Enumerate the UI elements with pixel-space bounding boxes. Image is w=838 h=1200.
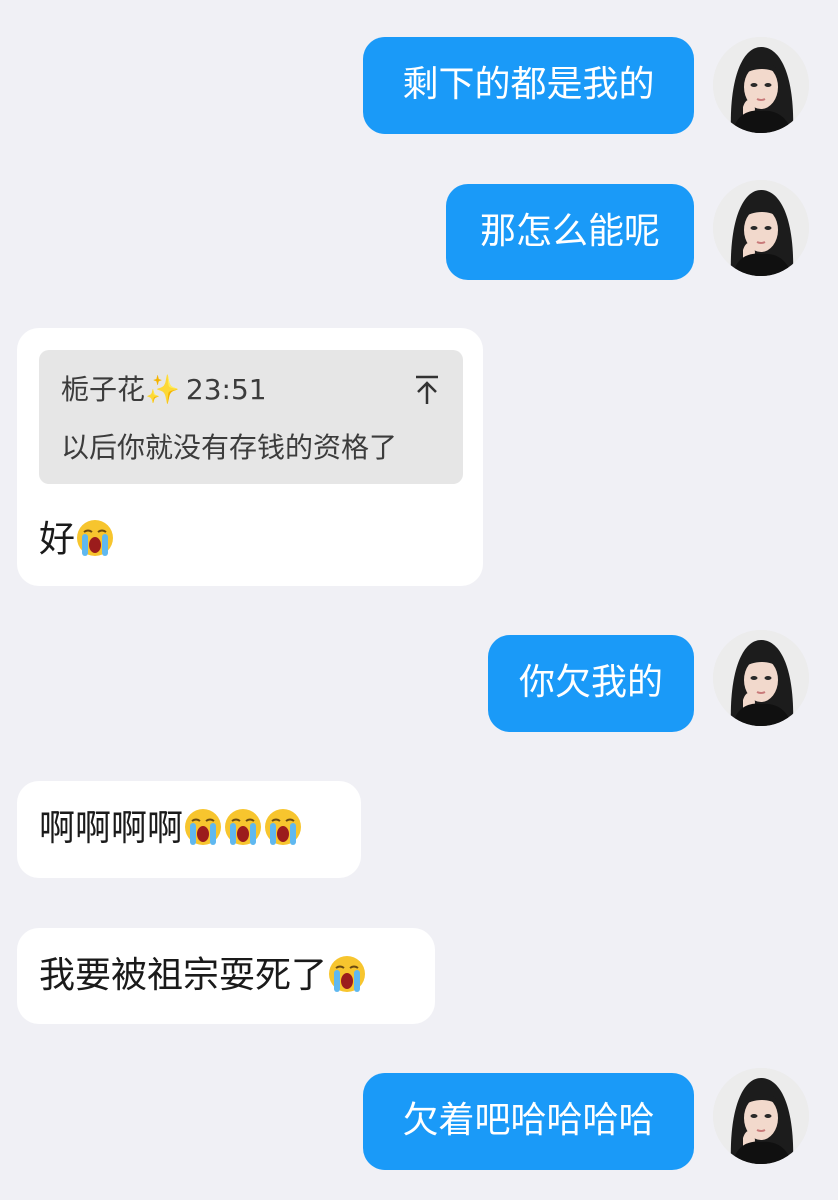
loudly-crying-face-icon <box>327 954 367 994</box>
message-text: 你欠我的 <box>518 662 663 703</box>
avatar-image <box>713 1068 809 1164</box>
message-text: 欠着吧哈哈哈哈 <box>402 1100 655 1141</box>
loudly-crying-face-icon <box>223 807 263 847</box>
quote-time: 23:51 <box>185 373 267 406</box>
received-message[interactable]: 栀子花✨ 23:51 以后你就没有存钱的资格了 好 <box>17 328 483 586</box>
message-text: 剩下的都是我的 <box>402 64 655 105</box>
message-text: 啊啊啊啊 <box>39 808 184 849</box>
message-line: 啊啊啊啊 <box>39 807 303 851</box>
sent-message[interactable]: 那怎么能呢 <box>446 184 694 280</box>
loudly-crying-face-icon <box>263 807 303 847</box>
quote-text: 以后你就没有存钱的资格了 <box>61 431 398 464</box>
message-line: 我要被祖宗耍死了 <box>39 954 367 998</box>
user-avatar[interactable] <box>713 630 809 726</box>
received-message[interactable]: 我要被祖宗耍死了 <box>17 928 435 1024</box>
user-avatar[interactable] <box>713 37 809 133</box>
avatar-image <box>713 37 809 133</box>
quoted-message[interactable]: 栀子花✨ 23:51 以后你就没有存钱的资格了 <box>39 350 463 484</box>
sent-message[interactable]: 欠着吧哈哈哈哈 <box>363 1073 694 1170</box>
quote-header: 栀子花✨ 23:51 <box>61 370 267 410</box>
user-avatar[interactable] <box>713 180 809 276</box>
loudly-crying-face-icon <box>75 518 115 558</box>
avatar-image <box>713 630 809 726</box>
message-text: 我要被祖宗耍死了 <box>39 955 328 996</box>
message-text: 那怎么能呢 <box>479 211 660 252</box>
message-line: 好 <box>39 518 115 562</box>
sent-message[interactable]: 剩下的都是我的 <box>363 37 694 134</box>
message-text: 好 <box>39 519 76 560</box>
loudly-crying-face-icon <box>183 807 223 847</box>
avatar-image <box>713 180 809 276</box>
received-message[interactable]: 啊啊啊啊 <box>17 781 361 878</box>
quote-sender: 栀子花✨ <box>61 373 180 406</box>
sent-message[interactable]: 你欠我的 <box>488 635 694 732</box>
user-avatar[interactable] <box>713 1068 809 1164</box>
scroll-to-original-icon[interactable] <box>413 374 441 406</box>
